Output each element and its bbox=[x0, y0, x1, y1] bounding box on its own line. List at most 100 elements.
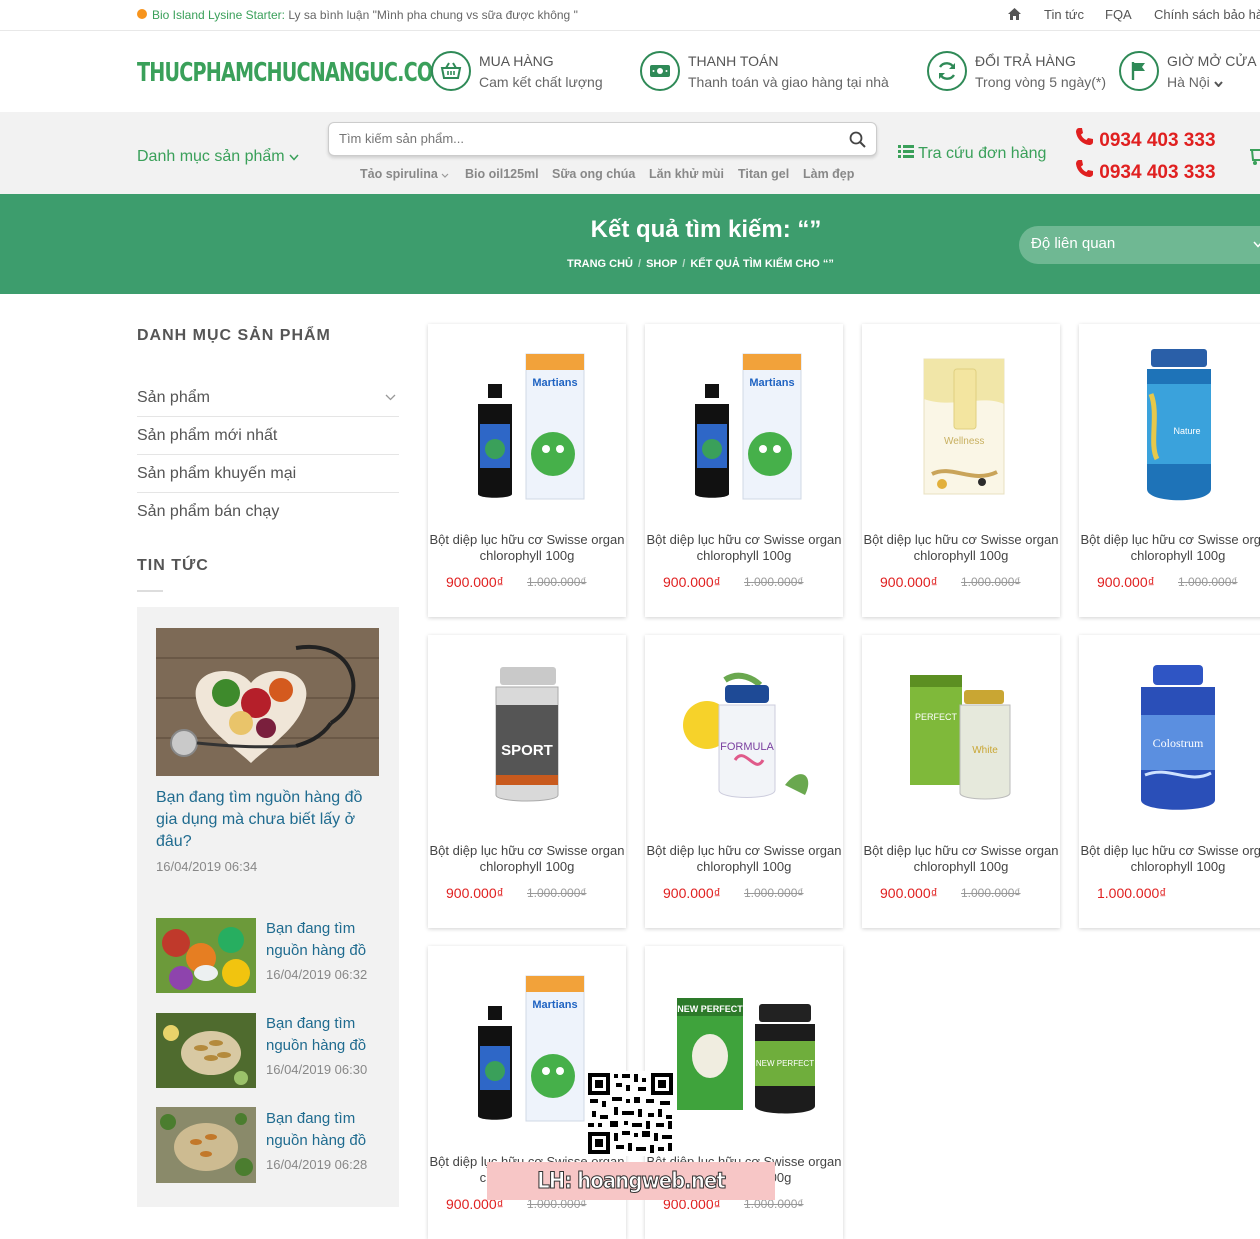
feature-subtitle: Thanh toán và giao hàng tại nhà bbox=[688, 74, 889, 90]
news-thumb[interactable] bbox=[156, 918, 256, 993]
product-image[interactable]: Wellness bbox=[862, 324, 1060, 524]
news-date: 16/04/2019 06:28 bbox=[266, 1157, 368, 1172]
ticker-label[interactable]: Bio Island Lysine Starter: bbox=[152, 8, 285, 22]
hotline-2[interactable]: 0934 403 333 bbox=[1075, 159, 1216, 184]
product-image[interactable]: PERFECT White bbox=[862, 635, 1060, 835]
order-lookup-link[interactable]: Tra cứu đơn hàng bbox=[898, 145, 1046, 163]
product-card[interactable]: Martians Bột diệp lục hữu cơ Swisse orga… bbox=[428, 324, 626, 617]
category-menu-button[interactable]: Danh mục sản phẩm bbox=[137, 148, 299, 166]
category-item-bestseller[interactable]: Sản phẩm bán chạy bbox=[137, 493, 399, 531]
product-name[interactable]: Bột diệp lục hữu cơ Swisse organ chlorop… bbox=[428, 843, 626, 875]
product-price: 900.000₫ bbox=[880, 574, 938, 590]
hours-dropdown[interactable]: Hà Nội bbox=[1167, 74, 1223, 90]
svg-text:Martians: Martians bbox=[749, 377, 794, 389]
basket-icon bbox=[431, 51, 471, 91]
category-label: Sản phẩm khuyến mại bbox=[137, 465, 297, 482]
product-price: 900.000₫ bbox=[880, 885, 938, 901]
money-icon bbox=[640, 51, 680, 91]
product-name[interactable]: Bột diệp lục hữu cơ Swisse organ chlorop… bbox=[645, 843, 843, 875]
feature-hours: GIỜ MỞ CỬA Hà Nội bbox=[1119, 51, 1260, 95]
feature-subtitle: Cam kết chất lượng bbox=[479, 74, 603, 90]
top-bar: Bio Island Lysine Starter: Ly sa bình lu… bbox=[0, 0, 1260, 31]
product-card[interactable]: FORMULA Bột diệp lục hữu cơ Swisse organ… bbox=[645, 635, 843, 928]
svg-text:NEW PERFECT: NEW PERFECT bbox=[756, 1059, 814, 1068]
product-name[interactable]: Bột diệp lục hữu cơ Swisse organ chlorop… bbox=[428, 532, 626, 564]
contact-watermark: LH: hoangweb.net bbox=[487, 1162, 775, 1200]
svg-text:PERFECT: PERFECT bbox=[915, 712, 958, 722]
product-card[interactable]: SPORT Bột diệp lục hữu cơ Swisse organ c… bbox=[428, 635, 626, 928]
main-nav: Danh mục sản phẩm Tảo spirulina Bio oil1… bbox=[0, 112, 1260, 194]
hotline-number: 0934 403 333 bbox=[1099, 162, 1216, 183]
product-card[interactable]: Nature Bột diệp lục hữu cơ Swisse organ … bbox=[1079, 324, 1260, 617]
product-name[interactable]: Bột diệp lục hữu cơ Swisse organ chlorop… bbox=[645, 532, 843, 564]
product-image[interactable]: Martians bbox=[645, 324, 843, 524]
product-card[interactable]: Colostrum Bột diệp lục hữu cơ Swisse org… bbox=[1079, 635, 1260, 928]
news-featured-image[interactable] bbox=[156, 628, 379, 776]
product-price: 900.000₫ bbox=[446, 885, 504, 901]
product-image[interactable]: Colostrum bbox=[1079, 635, 1260, 835]
product-card[interactable]: PERFECT White Bột diệp lục hữu cơ Swisse… bbox=[862, 635, 1060, 928]
breadcrumb: TRANG CHỦ / SHOP / KẾT QUẢ TÌM KIẾM CHO “” bbox=[567, 258, 834, 270]
news-date: 16/04/2019 06:34 bbox=[156, 859, 258, 874]
product-old-price: 1.000.000₫ bbox=[527, 575, 587, 589]
product-name[interactable]: Bột diệp lục hữu cơ Swisse organ chlorop… bbox=[862, 843, 1060, 875]
refresh-icon bbox=[927, 51, 967, 91]
svg-text:Colostrum: Colostrum bbox=[1153, 736, 1204, 750]
news-featured-title[interactable]: Bạn đang tìm nguồn hàng đồ gia dụng mà c… bbox=[156, 787, 381, 853]
nav-link-policy[interactable]: Chính sách bảo hà bbox=[1154, 7, 1260, 22]
category-label: Sản phẩm mới nhất bbox=[137, 427, 278, 444]
sub-link-beauty[interactable]: Làm đẹp bbox=[803, 167, 854, 181]
search-input[interactable] bbox=[339, 131, 819, 146]
sub-link-deodorant[interactable]: Lăn khử mùi bbox=[649, 167, 724, 181]
news-thumb[interactable] bbox=[156, 1013, 256, 1088]
product-name[interactable]: Bột diệp lục hữu cơ Swisse organ chlorop… bbox=[1079, 843, 1260, 875]
sort-selected-value: Độ liên quan bbox=[1031, 235, 1116, 252]
header: THUCPHAMCHUCNANGUC.COM MUA HÀNG Cam kết … bbox=[0, 31, 1260, 112]
product-old-price: 1.000.000₫ bbox=[744, 886, 804, 900]
news-title[interactable]: Bạn đang tìm nguồn hàng đồ bbox=[266, 918, 386, 962]
feature-payment: THANH TOÁN Thanh toán và giao hàng tại n… bbox=[640, 51, 900, 95]
ticker-text[interactable]: Ly sa bình luận "Mình pha chung vs sữa đ… bbox=[288, 8, 578, 22]
sub-link-spirulina[interactable]: Tảo spirulina bbox=[360, 167, 449, 181]
product-image[interactable]: FORMULA bbox=[645, 635, 843, 835]
product-card[interactable]: Wellness Bột diệp lục hữu cơ Swisse orga… bbox=[862, 324, 1060, 617]
chevron-down-icon[interactable] bbox=[385, 394, 396, 401]
news-thumb[interactable] bbox=[156, 1107, 256, 1183]
product-name[interactable]: Bột diệp lục hữu cơ Swisse organ chlorop… bbox=[862, 532, 1060, 564]
product-old-price: 1.000.000₫ bbox=[961, 575, 1021, 589]
site-logo[interactable]: THUCPHAMCHUCNANGUC.COM bbox=[137, 58, 451, 88]
category-item-products[interactable]: Sản phẩm bbox=[137, 379, 399, 417]
svg-text:Nature: Nature bbox=[1173, 426, 1200, 436]
sort-select[interactable]: Độ liên quan bbox=[1019, 226, 1260, 264]
product-card[interactable]: Martians Bột diệp lục hữu cơ Swisse orga… bbox=[645, 324, 843, 617]
search-icon[interactable] bbox=[849, 131, 866, 148]
cart-icon[interactable] bbox=[1250, 146, 1260, 166]
nav-link-news[interactable]: Tin tức bbox=[1044, 7, 1084, 22]
chevron-down-icon bbox=[441, 173, 449, 178]
news-title[interactable]: Bạn đang tìm nguồn hàng đồ bbox=[266, 1013, 386, 1057]
sub-link-royal-jelly[interactable]: Sữa ong chúa bbox=[552, 167, 635, 181]
category-label: Sản phẩm bbox=[137, 389, 210, 406]
product-name[interactable]: Bột diệp lục hữu cơ Swisse organ chlorop… bbox=[1079, 532, 1260, 564]
breadcrumb-home[interactable]: TRANG CHỦ bbox=[567, 258, 633, 270]
feature-subtitle: Trong vòng 5 ngày(*) bbox=[975, 74, 1106, 90]
product-image[interactable]: Nature bbox=[1079, 324, 1260, 524]
product-price: 900.000₫ bbox=[446, 574, 504, 590]
feature-title: THANH TOÁN bbox=[688, 53, 779, 69]
product-image[interactable]: SPORT bbox=[428, 635, 626, 835]
home-icon[interactable] bbox=[1007, 7, 1022, 21]
feature-title: ĐỔI TRẢ HÀNG bbox=[975, 53, 1076, 69]
heading-underline bbox=[137, 590, 163, 592]
hotline-1[interactable]: 0934 403 333 bbox=[1075, 127, 1216, 152]
sub-link-bio-oil[interactable]: Bio oil125ml bbox=[465, 167, 539, 181]
nav-link-faq[interactable]: FQA bbox=[1105, 7, 1132, 22]
product-price: 900.000₫ bbox=[663, 574, 721, 590]
ticker-dot-icon bbox=[137, 9, 147, 19]
product-image[interactable]: Martians bbox=[428, 324, 626, 524]
news-title[interactable]: Bạn đang tìm nguồn hàng đồ bbox=[266, 1108, 386, 1152]
category-item-new[interactable]: Sản phẩm mới nhất bbox=[137, 417, 399, 455]
breadcrumb-shop[interactable]: SHOP bbox=[646, 258, 677, 270]
ticker[interactable]: Bio Island Lysine Starter: Ly sa bình lu… bbox=[152, 8, 578, 22]
category-item-promo[interactable]: Sản phẩm khuyến mại bbox=[137, 455, 399, 493]
sub-link-titan-gel[interactable]: Titan gel bbox=[738, 167, 789, 181]
